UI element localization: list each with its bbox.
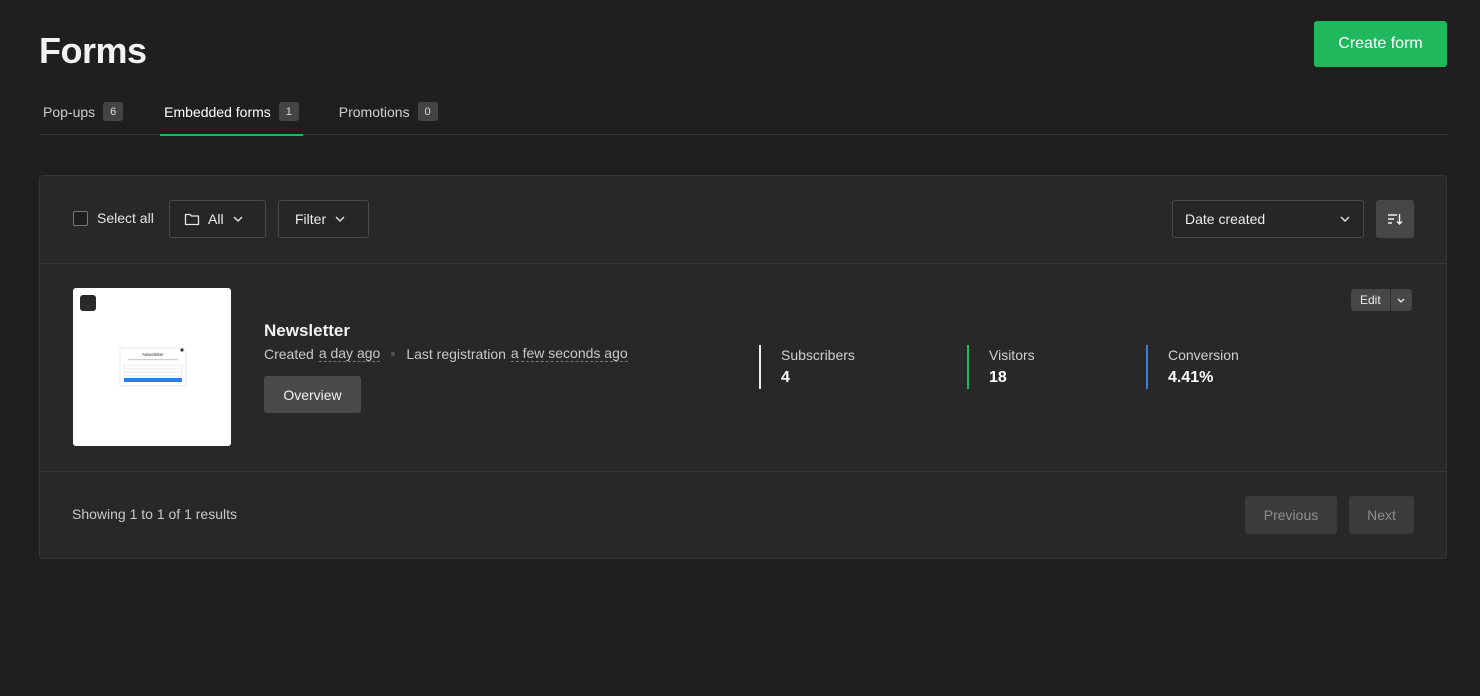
form-name[interactable]: Newsletter (264, 321, 350, 341)
next-page-button[interactable]: Next (1349, 496, 1414, 534)
preview-title: Newsletter (142, 352, 164, 357)
tab-label: Embedded forms (164, 103, 271, 120)
created-label: Created (264, 345, 314, 362)
forms-panel: Select all All Filter Date created Newsl… (39, 175, 1447, 559)
form-row: Newsletter Newsletter Created a day ago … (40, 264, 1446, 472)
create-form-button[interactable]: Create form (1314, 21, 1447, 67)
select-all-label: Select all (97, 210, 154, 226)
sort-by-select[interactable]: Date created (1172, 200, 1364, 238)
tab-label: Promotions (338, 103, 410, 120)
previous-page-button[interactable]: Previous (1245, 496, 1337, 534)
chevron-down-icon (1397, 298, 1405, 303)
form-preview-thumbnail[interactable]: Newsletter (73, 288, 231, 446)
select-all-control[interactable]: Select all (73, 210, 154, 226)
stat-label: Subscribers (781, 347, 855, 363)
filter-label: Filter (295, 211, 327, 227)
stat-subscribers: Subscribers 4 (759, 345, 855, 389)
last-registration-value: a few seconds ago (510, 345, 628, 362)
tab-count-badge: 6 (103, 102, 124, 121)
sort-by-label: Date created (1185, 211, 1266, 227)
page-title: Forms (39, 30, 147, 71)
stat-label: Visitors (989, 347, 1035, 363)
list-toolbar: Select all All Filter Date created (40, 176, 1446, 264)
tab-label: Pop-ups (43, 103, 96, 120)
stat-value: 4 (781, 369, 790, 386)
tab-pop-ups[interactable]: Pop-ups 6 (39, 88, 127, 135)
edit-split-button: Edit (1351, 289, 1412, 311)
stat-visitors: Visitors 18 (967, 345, 1035, 389)
tab-count-badge: 1 (278, 102, 299, 121)
chevron-down-icon (335, 216, 345, 222)
created-value: a day ago (318, 345, 381, 362)
sort-direction-button[interactable] (1376, 200, 1414, 238)
folder-filter-dropdown[interactable]: All (169, 200, 266, 238)
edit-menu-toggle[interactable] (1389, 289, 1412, 311)
stat-label: Conversion (1168, 347, 1239, 363)
tab-embedded-forms[interactable]: Embedded forms 1 (160, 88, 303, 136)
chevron-down-icon (1340, 216, 1350, 222)
overview-button[interactable]: Overview (264, 376, 361, 413)
chevron-down-icon (233, 216, 243, 222)
folder-filter-label: All (208, 211, 224, 227)
pagination-summary: Showing 1 to 1 of 1 results (72, 506, 237, 522)
form-preview-image: Newsletter (119, 347, 187, 387)
filter-dropdown[interactable]: Filter (278, 200, 369, 238)
form-select-checkbox[interactable] (80, 295, 96, 311)
folder-icon (184, 213, 200, 226)
edit-button[interactable]: Edit (1351, 289, 1390, 311)
meta-separator (391, 351, 396, 356)
tab-promotions[interactable]: Promotions 0 (335, 88, 442, 135)
last-registration-label: Last registration (406, 345, 506, 362)
stat-conversion: Conversion 4.41% (1146, 345, 1239, 389)
select-all-checkbox[interactable] (73, 210, 88, 226)
stat-value: 18 (989, 369, 1007, 386)
form-meta: Created a day ago Last registration a fe… (264, 345, 628, 362)
sort-descending-icon (1388, 214, 1403, 225)
tab-count-badge: 0 (417, 102, 438, 121)
tab-bar: Pop-ups 6 Embedded forms 1 Promotions 0 (39, 88, 1447, 136)
stat-value: 4.41% (1168, 369, 1214, 386)
